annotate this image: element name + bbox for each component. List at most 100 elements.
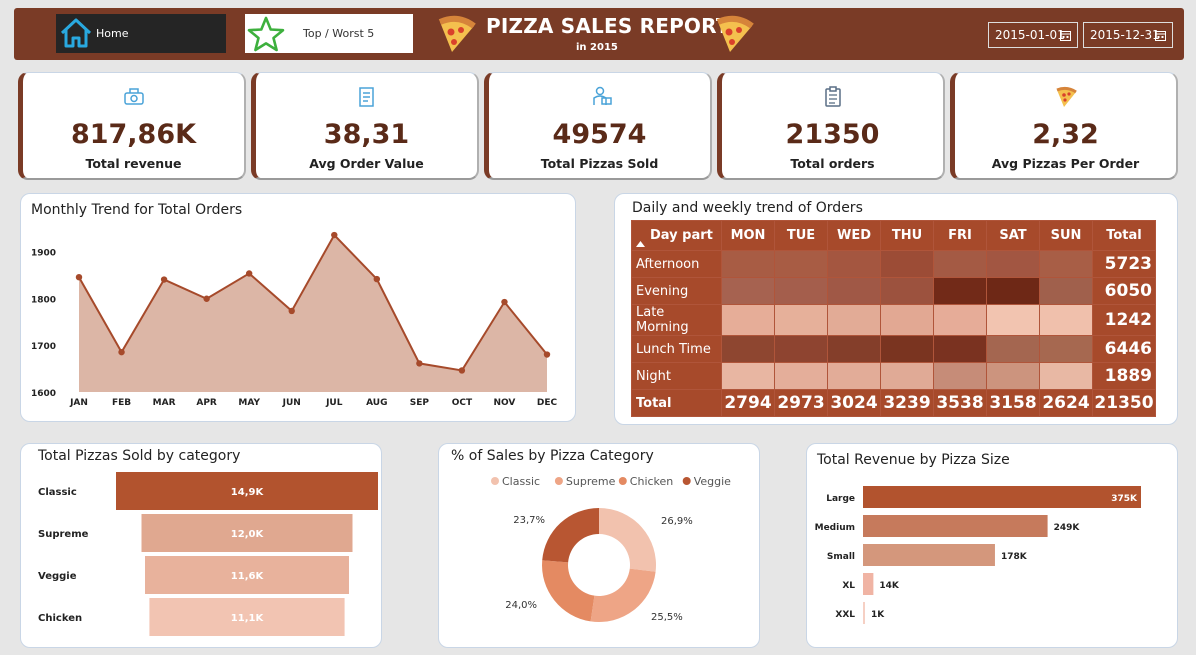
totals-label: Total [631,389,722,417]
heatmap-cell [986,250,1040,278]
legend-label: Supreme [566,475,616,488]
size-value-label: 14K [879,581,900,591]
heatmap-row: Afternoon 5723 [631,250,1156,278]
x-tick-label: AUG [366,398,387,408]
kpi-card-total-pizzas-sold: 49574 Total Pizzas Sold [484,72,712,180]
heatmap-header-row: Day part MON TUE WED THU FRI SAT SUN Tot… [631,220,1156,251]
pizzas-by-category-chart: Classic 14,9K Supreme 12,0K Veggie 11,6K Chick… [38,472,378,636]
x-tick-label: MAY [238,398,260,408]
size-label: Medium [815,523,855,533]
home-icon [60,18,92,48]
data-point [331,231,338,239]
calendar-icon [1060,31,1071,41]
delivery-icon [592,86,612,105]
x-tick-label: SEP [410,398,430,408]
col-header: WED [827,220,881,251]
column-total: 2794 [721,389,775,417]
category-label: Veggie [38,571,77,582]
heatmap-cell [986,335,1040,363]
row-total: 6446 [1092,335,1156,363]
bar-value-label: 11,6K [231,571,265,582]
heatmap-cell [1039,362,1093,390]
header-bar: Home Top / Worst 5 PIZZA SALES REPORT in… [14,8,1184,60]
daily-weekly-title: Daily and weekly trend of Orders [632,200,863,216]
legend-swatch [491,477,499,485]
kpi-label: Total revenue [85,156,182,171]
data-point [118,348,125,356]
kpi-card-avg-order-value: 38,31 Avg Order Value [251,72,479,180]
heatmap-cell [1039,335,1093,363]
size-bar [863,486,1141,508]
home-button[interactable]: Home [56,14,226,53]
heatmap-cell [933,362,987,390]
data-point [288,307,295,315]
heatmap-row: Late Morning 1242 [631,304,1156,336]
heatmap-cell [880,335,934,363]
heatmap-cell [721,250,775,278]
data-point [458,367,466,374]
col-header: FRI [933,220,987,251]
heatmap-cell [933,335,987,363]
donut-slice [590,568,656,622]
heatmap-cell [721,335,775,363]
donut-slice [542,508,599,563]
star-icon [247,16,285,51]
x-tick-label: MAR [153,398,176,408]
row-total: 1889 [1092,362,1156,390]
kpi-value: 2,32 [1032,119,1099,150]
daily-weekly-panel: Daily and weekly trend of Orders Day par… [614,193,1178,425]
size-bar [863,544,995,566]
day-part-label: Evening [631,277,722,305]
size-label: XXL [835,610,855,620]
heatmap-cell [1039,304,1093,336]
size-label: XL [842,581,855,591]
heatmap-row-header[interactable]: Day part [631,220,722,251]
heatmap-cell [774,250,828,278]
heatmap-cell [933,304,987,336]
heatmap-cell [986,362,1040,390]
y-tick-label: 1700 [31,342,56,352]
top-worst-button[interactable]: Top / Worst 5 [245,14,413,53]
size-value-label: 178K [1001,552,1028,562]
date-to-value: 2015-12-31 [1090,28,1160,42]
size-value-label: 375K [1111,494,1138,504]
kpi-value: 49574 [552,119,647,150]
col-header: SUN [1039,220,1093,251]
legend-label: Veggie [694,475,731,488]
size-value-label: 249K [1054,523,1081,533]
monthly-trend-panel: Monthly Trend for Total Orders 1600 1700 1… [20,193,576,422]
x-tick-label: DEC [537,398,558,408]
date-from-value: 2015-01-01 [995,28,1065,42]
x-tick-label: NOV [493,398,515,408]
sales-by-category-panel: % of Sales by Pizza Category Classic Supr… [438,443,760,648]
heatmap-cell [774,277,828,305]
grand-total: 21350 [1092,389,1156,417]
y-tick-label: 1900 [31,248,56,258]
x-tick-label: APR [196,398,217,408]
donut-slice [599,508,656,572]
date-to-picker[interactable]: 2015-12-31 [1083,22,1173,48]
kpi-card-avg-pizzas-per-order: 2,32 Avg Pizzas Per Order [950,72,1178,180]
kpi-card-total-revenue: 817,86K Total revenue [18,72,246,180]
money-icon [123,88,144,105]
kpi-value: 817,86K [70,119,197,150]
heatmap-cell [1039,277,1093,305]
report-title-block: PIZZA SALES REPORT in 2015 [434,8,764,60]
x-tick-label: FEB [112,398,131,408]
day-part-label: Afternoon [631,250,722,278]
data-point [373,275,381,283]
legend-label: Chicken [630,475,674,488]
bar-value-label: 14,9K [231,487,265,498]
data-point [543,351,551,358]
size-label: Small [827,552,855,562]
data-point [203,295,210,302]
date-from-picker[interactable]: 2015-01-01 [988,22,1078,48]
heatmap-cell [774,304,828,336]
heatmap-cell [933,277,987,305]
receipt-icon [358,87,374,107]
heatmap-cell [721,362,775,390]
day-part-label: Night [631,362,722,390]
row-total: 5723 [1092,250,1156,278]
kpi-value: 21350 [785,119,880,150]
heatmap-cell [827,277,881,305]
